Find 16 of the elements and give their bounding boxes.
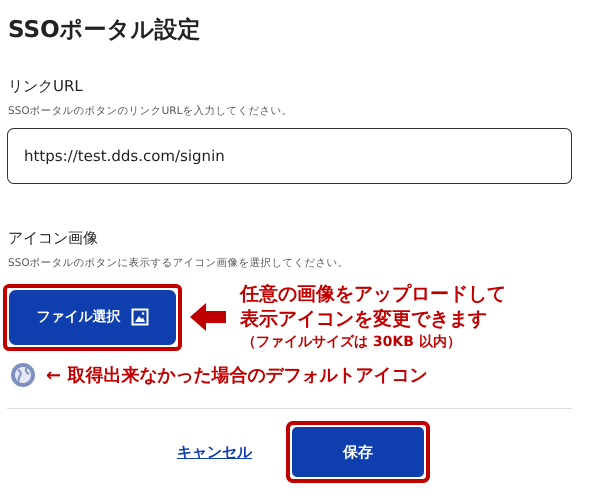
cancel-link[interactable]: キャンセル [177, 442, 252, 462]
annotation-text: 任意の画像をアップロードして [240, 282, 506, 307]
page-title: SSOポータル設定 [8, 16, 202, 45]
save-button[interactable]: 保存 [292, 427, 424, 477]
arrow-icon [190, 303, 226, 331]
annotation-text: 表示アイコンを変更できます [240, 307, 488, 332]
field-hint: SSOポータルのボタンに表示するアイコン画像を選択してください。 [8, 256, 350, 270]
annotation-text: （ファイルサイズは 30KB 以内） [242, 333, 462, 352]
field-label: リンクURL [8, 76, 84, 96]
field-hint: SSOポータルのボタンのリンクURLを入力してください。 [8, 104, 294, 118]
url-input-field[interactable]: https://test.dds.com/signin [7, 128, 572, 184]
field-label: アイコン画像 [8, 228, 99, 248]
image-icon [130, 308, 148, 326]
globe-icon [10, 362, 36, 388]
file-select-button[interactable]: ファイル選択 [9, 290, 176, 344]
annotation-text: ← 取得出来なかった場合のデフォルトアイコン [46, 364, 428, 387]
